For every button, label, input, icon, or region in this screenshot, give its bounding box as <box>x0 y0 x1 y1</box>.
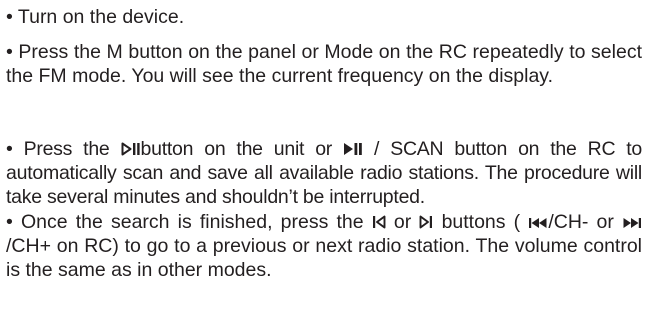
bullet: • <box>6 41 13 63</box>
manual-instructions: • Turn on the device. • Press the M butt… <box>0 0 651 310</box>
bullet: • <box>6 138 13 160</box>
bullet: • <box>6 211 13 233</box>
instruction-text-a: Once the search is finished, press the <box>20 211 364 233</box>
play-pause-filled-icon <box>343 137 363 161</box>
instruction-1: • Turn on the device. <box>6 5 642 29</box>
instruction-3: • Press the button on the unit or / SCAN… <box>6 137 642 209</box>
instruction-text: Press the M button on the panel or Mode … <box>6 41 642 87</box>
next-icon <box>419 210 433 234</box>
instruction-text: Turn on the device. <box>17 6 185 28</box>
instruction-2: • Press the M button on the panel or Mod… <box>6 40 642 88</box>
skip-previous-icon <box>528 210 548 234</box>
instruction-text-b: button on the unit or <box>140 138 333 160</box>
instruction-4: • Once the search is finished, press the… <box>6 210 642 282</box>
bullet: • <box>6 6 13 28</box>
instruction-text-d: /CH- or <box>548 211 614 233</box>
instruction-text-e: /CH+ on RC) to go to a previous or next … <box>6 235 642 281</box>
previous-icon <box>372 210 386 234</box>
instruction-text-a: Press the <box>23 138 110 160</box>
skip-next-icon <box>622 210 642 234</box>
play-pause-icon <box>121 137 141 161</box>
instruction-text-c: buttons ( <box>441 211 521 233</box>
instruction-text-b: or <box>393 211 412 233</box>
